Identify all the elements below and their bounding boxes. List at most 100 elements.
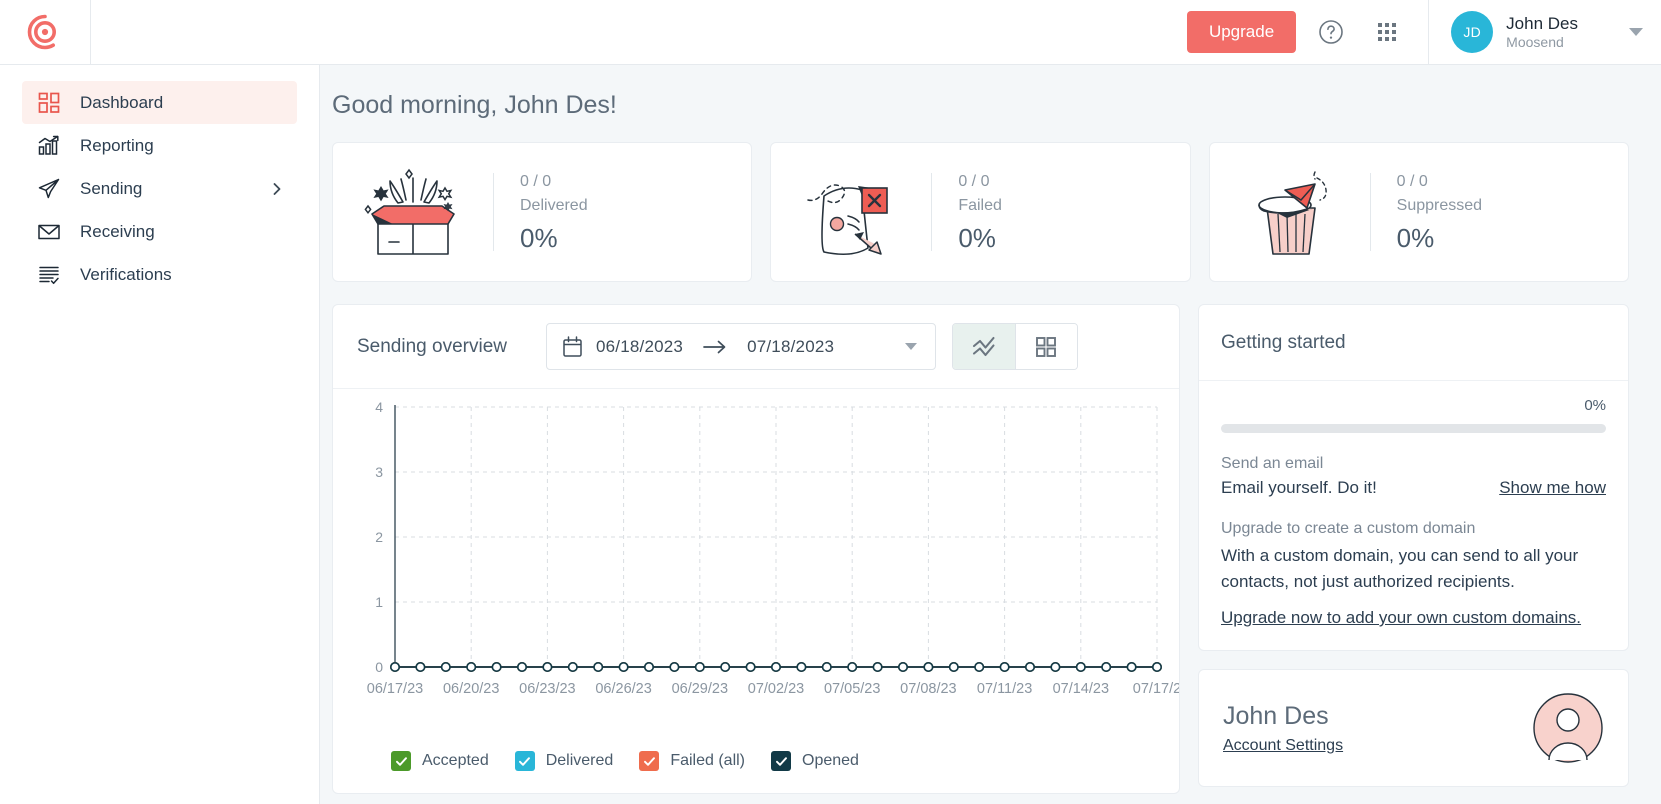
main-content: Good morning, John Des! <box>320 65 1661 804</box>
svg-text:07/08/23: 07/08/23 <box>900 681 956 697</box>
failed-letter-icon <box>771 157 931 267</box>
legend-item-failed-all[interactable]: Failed (all) <box>639 751 745 771</box>
stat-card-suppressed: 0 / 0 Suppressed 0% <box>1209 142 1629 282</box>
list-check-icon <box>36 262 62 288</box>
legend-label: Opened <box>802 752 859 770</box>
legend-label: Delivered <box>546 752 614 770</box>
svg-text:06/17/23: 06/17/23 <box>367 681 423 697</box>
svg-text:3: 3 <box>375 464 383 480</box>
lower-row: Sending overview 06/18/2023 <box>332 304 1629 794</box>
trash-envelope-icon <box>1210 157 1370 267</box>
date-range-picker[interactable]: 06/18/2023 07/18/2023 <box>546 323 936 370</box>
stat-percent: 0% <box>1397 223 1482 254</box>
legend-checkbox-icon <box>515 751 535 771</box>
overview-header: Sending overview 06/18/2023 <box>333 305 1179 389</box>
user-info: John Des Moosend <box>1506 13 1578 52</box>
calendar-icon <box>563 336 582 357</box>
user-name: John Des <box>1506 13 1578 34</box>
svg-text:07/05/23: 07/05/23 <box>824 681 880 697</box>
sidebar-item-receiving[interactable]: Receiving <box>22 210 297 253</box>
step-description: With a custom domain, you can send to al… <box>1221 543 1606 594</box>
help-button[interactable] <box>1310 11 1352 53</box>
line-chart-icon <box>971 334 997 360</box>
svg-text:07/02/23: 07/02/23 <box>748 681 804 697</box>
svg-text:4: 4 <box>375 399 383 415</box>
svg-text:06/29/23: 06/29/23 <box>672 681 728 697</box>
toggle-grid-view[interactable] <box>1015 324 1077 369</box>
svg-text:07/14/23: 07/14/23 <box>1053 681 1109 697</box>
svg-text:06/26/23: 06/26/23 <box>595 681 651 697</box>
svg-text:1: 1 <box>375 594 383 610</box>
sending-overview-chart: 0123406/17/2306/20/2306/23/2306/26/2306/… <box>333 389 1179 749</box>
legend-label: Accepted <box>422 752 489 770</box>
sidebar-item-label: Reporting <box>80 136 154 156</box>
legend-checkbox-icon <box>391 751 411 771</box>
upgrade-button[interactable]: Upgrade <box>1187 11 1296 53</box>
progress-bar <box>1221 424 1606 433</box>
stat-ratio: 0 / 0 <box>1397 170 1482 193</box>
account-settings-link[interactable]: Account Settings <box>1223 737 1343 755</box>
chevron-down-icon <box>905 343 917 350</box>
stat-label: Delivered <box>520 194 588 217</box>
bar-chart-icon <box>36 133 62 159</box>
sidebar-item-label: Dashboard <box>80 93 163 113</box>
account-card: John Des Account Settings <box>1198 669 1629 787</box>
top-bar: Upgrade JD John Des Moosend <box>0 0 1661 65</box>
svg-text:0: 0 <box>375 659 383 675</box>
avatar: JD <box>1451 11 1493 53</box>
toggle-line-chart-view[interactable] <box>953 324 1015 369</box>
legend-label: Failed (all) <box>670 752 745 770</box>
sidebar-item-verifications[interactable]: Verifications <box>22 253 297 296</box>
account-info: John Des Account Settings <box>1223 702 1343 755</box>
apps-button[interactable] <box>1366 11 1408 53</box>
progress-percent-label: 0% <box>1221 397 1606 414</box>
user-menu[interactable]: JD John Des Moosend <box>1429 0 1661 65</box>
getting-started-panel: Getting started 0% Send an email Email y… <box>1198 304 1629 651</box>
stat-percent: 0% <box>520 223 588 254</box>
stat-card-failed: 0 / 0 Failed 0% <box>770 142 1190 282</box>
stat-ratio: 0 / 0 <box>958 170 1002 193</box>
step-text: Email yourself. Do it! <box>1221 478 1377 498</box>
sidebar-item-label: Sending <box>80 179 142 199</box>
chart-legend: Accepted Delivered Failed (all) Opened <box>333 751 1179 771</box>
getting-started-title: Getting started <box>1221 332 1346 354</box>
grid-view-icon <box>1033 334 1059 360</box>
at-logo-icon <box>25 12 65 52</box>
sidebar-item-dashboard[interactable]: Dashboard <box>22 81 297 124</box>
legend-checkbox-icon <box>771 751 791 771</box>
legend-checkbox-icon <box>639 751 659 771</box>
account-name: John Des <box>1223 702 1343 731</box>
getting-started-body: 0% Send an email Email yourself. Do it! … <box>1199 381 1628 650</box>
page-title: Good morning, John Des! <box>332 91 1661 120</box>
svg-text:06/20/23: 06/20/23 <box>443 681 499 697</box>
stat-card-delivered: 0 / 0 Delivered 0% <box>332 142 752 282</box>
chevron-right-icon <box>271 183 283 195</box>
legend-item-delivered[interactable]: Delivered <box>515 751 614 771</box>
sidebar-item-reporting[interactable]: Reporting <box>22 124 297 167</box>
arrow-right-icon <box>703 340 727 354</box>
overview-title: Sending overview <box>357 336 507 358</box>
chart-canvas: 0123406/17/2306/20/2306/23/2306/26/2306/… <box>333 389 1179 719</box>
legend-item-accepted[interactable]: Accepted <box>391 751 489 771</box>
user-org: Moosend <box>1506 34 1578 52</box>
stat-text: 0 / 0 Suppressed 0% <box>1371 170 1482 253</box>
getting-started-step-send-email: Send an email Email yourself. Do it! Sho… <box>1221 455 1606 498</box>
upgrade-custom-domains-link[interactable]: Upgrade now to add your own custom domai… <box>1221 608 1606 628</box>
show-me-how-link[interactable]: Show me how <box>1499 478 1606 498</box>
step-line: Email yourself. Do it! Show me how <box>1221 478 1606 498</box>
sidebar-item-sending[interactable]: Sending <box>22 167 297 210</box>
person-avatar-icon <box>1532 692 1604 764</box>
stat-label: Failed <box>958 194 1002 217</box>
svg-text:06/23/23: 06/23/23 <box>519 681 575 697</box>
stat-text: 0 / 0 Delivered 0% <box>494 170 588 253</box>
app-logo[interactable] <box>0 0 91 65</box>
getting-started-step-custom-domain: Upgrade to create a custom domain With a… <box>1221 520 1606 628</box>
svg-text:07/17/2: 07/17/2 <box>1133 681 1179 697</box>
legend-item-opened[interactable]: Opened <box>771 751 859 771</box>
step-subtitle: Upgrade to create a custom domain <box>1221 520 1606 538</box>
date-from-value: 06/18/2023 <box>596 337 683 357</box>
step-subtitle: Send an email <box>1221 455 1606 473</box>
date-to-value: 07/18/2023 <box>747 337 834 357</box>
chart-view-toggle-group <box>952 323 1078 370</box>
help-circle-icon <box>1318 19 1344 45</box>
